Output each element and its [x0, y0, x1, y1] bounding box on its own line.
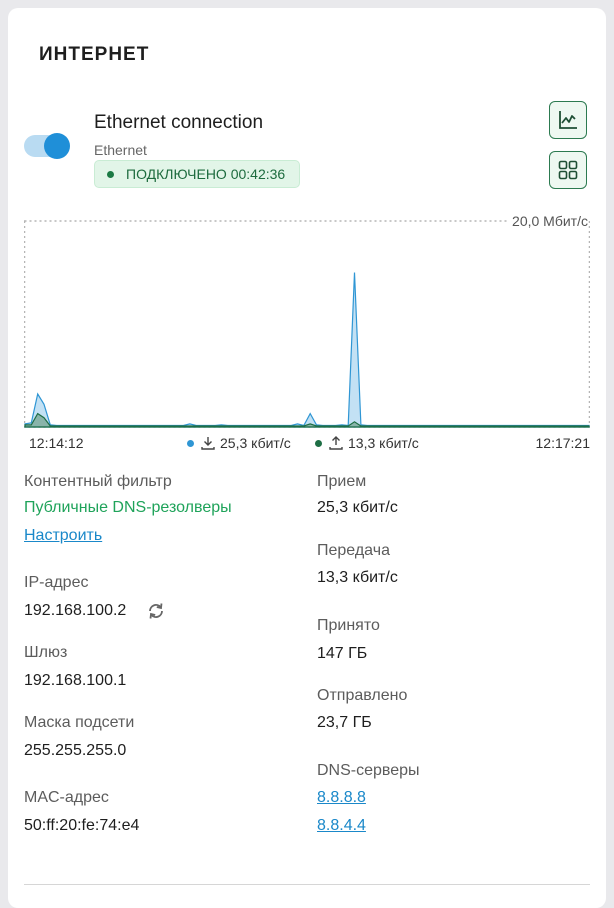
- gateway-value: 192.168.100.1: [24, 672, 127, 689]
- download-icon: [201, 437, 215, 450]
- sent-value: 23,7 ГБ: [317, 714, 372, 731]
- tx-legend-dot: [315, 439, 322, 447]
- internet-card: ИНТЕРНЕТ Ethernet connection Ethernet ПО…: [8, 8, 606, 908]
- configure-link[interactable]: Настроить: [24, 527, 102, 545]
- tx-label: Передача: [317, 542, 390, 559]
- tx-legend: 13,3 кбит/с: [315, 435, 419, 451]
- chart-icon: [559, 111, 577, 129]
- chart-frame: [24, 220, 590, 428]
- tx-value: 13,3 кбит/с: [317, 569, 398, 586]
- rx-series-area: [24, 272, 590, 428]
- content-filter-label: Контентный фильтр: [24, 473, 172, 490]
- tx-legend-value: 13,3 кбит/с: [348, 435, 419, 451]
- mac-label: MAC-адрес: [24, 789, 109, 806]
- rx-legend-value: 25,3 кбит/с: [220, 435, 291, 451]
- section-title: ИНТЕРНЕТ: [39, 44, 150, 65]
- connection-toggle[interactable]: [24, 133, 70, 159]
- refresh-ip-icon[interactable]: [146, 601, 166, 621]
- mask-value: 255.255.255.0: [24, 742, 127, 759]
- rx-legend: 25,3 кбит/с: [187, 435, 291, 451]
- rx-legend-dot: [187, 439, 194, 447]
- traffic-chart-button[interactable]: [549, 101, 587, 139]
- connection-type: Ethernet: [94, 142, 147, 158]
- chart-end-time: 12:17:21: [535, 435, 591, 451]
- mask-label: Маска подсети: [24, 714, 135, 731]
- gateway-label: Шлюз: [24, 644, 68, 661]
- ip-value: 192.168.100.2: [24, 602, 127, 619]
- status-badge: ПОДКЛЮЧЕНО 00:42:36: [94, 160, 301, 188]
- dns-server-1[interactable]: 8.8.8.8: [317, 789, 366, 807]
- rx-value: 25,3 кбит/с: [317, 499, 398, 516]
- grid-icon: [558, 160, 578, 180]
- connection-name: Ethernet connection: [94, 112, 264, 133]
- rx-label: Прием: [317, 473, 367, 490]
- dns-server-2[interactable]: 8.8.4.4: [317, 817, 366, 835]
- status-dot-icon: [107, 170, 114, 178]
- received-value: 147 ГБ: [317, 645, 368, 662]
- status-text: ПОДКЛЮЧЕНО 00:42:36: [126, 166, 286, 182]
- chart-max-label: 20,0 Мбит/с: [508, 213, 588, 229]
- mac-value: 50:ff:20:fe:74:e4: [24, 817, 140, 834]
- received-label: Принято: [317, 617, 380, 634]
- bottom-divider: [24, 884, 590, 885]
- ip-label: IP-адрес: [24, 574, 89, 591]
- dns-label: DNS-серверы: [317, 762, 420, 779]
- traffic-chart-svg: [24, 220, 590, 428]
- chart-start-time: 12:14:12: [29, 435, 84, 451]
- grid-view-button[interactable]: [549, 151, 587, 189]
- content-filter-value: Публичные DNS-резолверы: [24, 499, 232, 516]
- traffic-chart: 20,0 Мбит/с 12:14:12 25,3 кбит/с 13,3 кб…: [24, 213, 590, 451]
- upload-icon: [329, 436, 343, 450]
- sent-label: Отправлено: [317, 687, 408, 704]
- toggle-knob: [44, 133, 70, 159]
